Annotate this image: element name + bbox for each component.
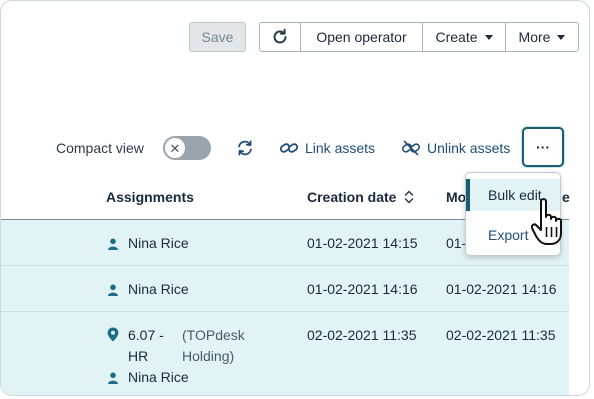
link-assets-button[interactable]: Link assets bbox=[279, 139, 375, 157]
person-icon bbox=[108, 372, 118, 384]
compact-view-label: Compact view bbox=[56, 140, 144, 156]
creation-date-cell: 01-02-2021 14:16 bbox=[307, 281, 418, 297]
assignment-name: Nina Rice bbox=[128, 235, 189, 251]
creation-date-cell: 01-02-2021 14:15 bbox=[307, 235, 418, 251]
location-pin-icon bbox=[107, 327, 119, 342]
creation-date-header-label: Creation date bbox=[307, 189, 397, 205]
column-header-modified-date[interactable]: Mo bbox=[446, 189, 466, 205]
table-row[interactable]: 6.07 - HR (TOPdesk Holding) Nina Rice 02… bbox=[1, 312, 569, 395]
caret-down-icon bbox=[557, 34, 566, 40]
person-icon bbox=[108, 284, 118, 296]
more-actions-button[interactable]: ··· bbox=[522, 127, 564, 167]
refresh-icon bbox=[273, 28, 287, 44]
caret-down-icon bbox=[484, 34, 493, 40]
modified-date-cell: 01-02-2021 14:16 bbox=[446, 281, 557, 297]
open-operator-button[interactable]: Open operator bbox=[301, 22, 423, 52]
column-header-assignments[interactable]: Assignments bbox=[106, 189, 194, 205]
sort-icon bbox=[405, 190, 414, 204]
person-icon bbox=[108, 238, 118, 250]
assignment-name: Nina Rice bbox=[128, 281, 189, 297]
sync-icon[interactable] bbox=[236, 139, 254, 157]
more-label: More bbox=[518, 29, 551, 45]
assignment-name: Nina Rice bbox=[128, 369, 189, 385]
location-detail: (TOPdesk bbox=[182, 327, 245, 343]
location-name-line2: HR bbox=[128, 348, 149, 364]
location-name: 6.07 - bbox=[128, 327, 164, 343]
column-header-creation-date[interactable]: Creation date bbox=[307, 189, 414, 205]
unlink-assets-button[interactable]: Unlink assets bbox=[401, 139, 510, 157]
location-detail-line2: Holding) bbox=[182, 348, 235, 364]
link-icon bbox=[279, 143, 299, 153]
refresh-button[interactable] bbox=[259, 22, 301, 52]
modified-date-cell: 02-02-2021 11:35 bbox=[446, 327, 556, 343]
unlink-assets-label: Unlink assets bbox=[427, 140, 511, 156]
link-assets-label: Link assets bbox=[305, 140, 376, 156]
creation-date-cell: 02-02-2021 11:35 bbox=[307, 327, 417, 343]
more-dropdown-button[interactable]: More bbox=[506, 22, 579, 52]
unlink-icon bbox=[401, 140, 421, 156]
create-dropdown-button[interactable]: Create bbox=[423, 22, 506, 52]
hand-cursor-icon bbox=[531, 198, 562, 245]
compact-view-toggle[interactable]: ✕ bbox=[163, 136, 211, 160]
action-button-group: Open operator Create More bbox=[259, 22, 579, 52]
app-window: Save Open operator Create More Compact v… bbox=[0, 0, 590, 396]
close-icon: ✕ bbox=[165, 138, 185, 158]
save-button[interactable]: Save bbox=[189, 22, 246, 52]
create-label: Create bbox=[435, 29, 478, 45]
table-row[interactable]: Nina Rice 01-02-2021 14:16 01-02-2021 14… bbox=[1, 266, 569, 312]
open-operator-label: Open operator bbox=[316, 29, 407, 45]
